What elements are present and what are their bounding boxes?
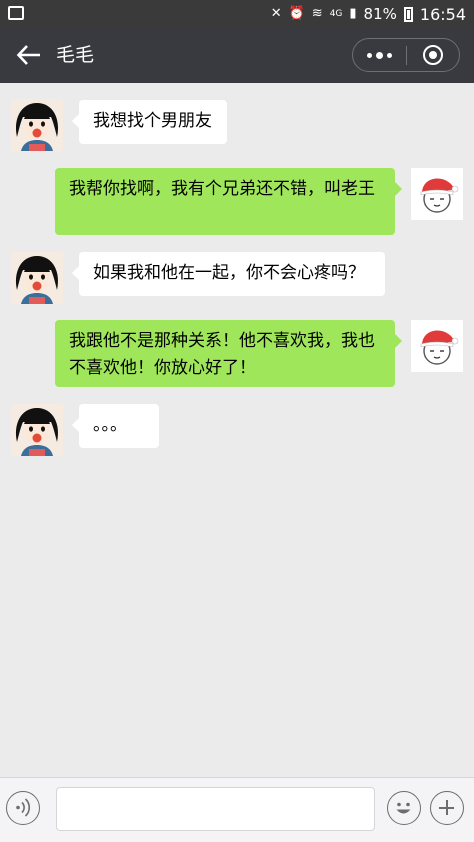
girl-avatar-icon [11,404,63,456]
mute-icon: ✕ [270,6,282,21]
network-type: 4G [329,9,343,19]
incoming-message-bubble[interactable]: 如果我和他在一起，你不会心疼吗？ [72,252,385,296]
more-dots-icon [367,52,372,58]
status-icons: ✕ ⏰ ≋ 4G ▮ 81% 16:54 [271,4,466,24]
back-button[interactable] [14,40,44,70]
my-avatar[interactable] [411,320,463,372]
santa-avatar-icon [411,168,463,220]
status-bar: ✕ ⏰ ≋ 4G ▮ 81% 16:54 [0,0,474,28]
outgoing-message-bubble[interactable]: 我帮你找啊，我有个兄弟还不错，叫老王 [55,168,402,235]
more-dot-right [387,52,392,58]
contact-avatar[interactable] [11,99,63,151]
signal-icon: ▮ [349,6,357,21]
incoming-message-bubble[interactable]: 我想找个男朋友 [72,100,227,144]
mini-program-capsule [352,38,460,72]
emoji-button[interactable] [387,791,421,825]
battery-text: 81% [363,5,397,23]
outgoing-message-bubble[interactable]: 我跟他不是那种关系！他不喜欢我，我也不喜欢他！你放心好了！ [55,320,402,387]
voice-icon [16,798,30,817]
target-circle-icon [423,45,443,65]
contact-avatar[interactable] [11,404,63,456]
voice-button[interactable] [6,791,40,825]
girl-avatar-icon [11,99,63,151]
battery-icon [403,6,413,22]
input-bar [0,777,474,842]
incoming-message-bubble[interactable]: 。。。 [72,404,159,448]
santa-avatar-icon [411,320,463,372]
close-button[interactable] [407,39,459,71]
emoji-icon [396,802,411,814]
girl-avatar-icon [11,252,63,304]
arrow-left-icon [16,45,40,65]
plus-button[interactable] [430,791,464,825]
wifi-icon: ≋ [311,6,323,21]
chat-title: 毛毛 [56,44,95,66]
clock: 16:54 [419,4,466,24]
more-dot-center [376,51,383,59]
my-avatar[interactable] [411,168,463,220]
title-bar: 毛毛 [0,28,474,83]
more-button[interactable] [353,39,406,71]
message-input[interactable] [56,787,375,831]
notification-image-icon [8,6,24,20]
alarm-icon: ⏰ [288,6,305,21]
contact-avatar[interactable] [11,252,63,304]
